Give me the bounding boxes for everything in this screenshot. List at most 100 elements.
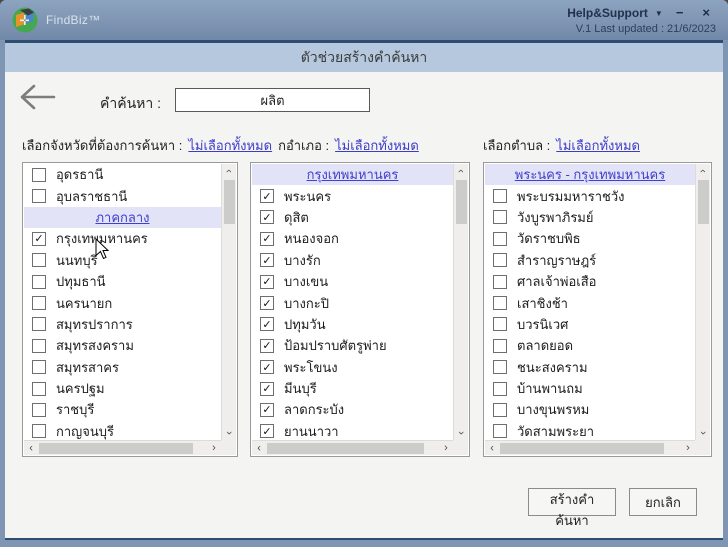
checkbox-checked-icon[interactable]: ✓ <box>260 253 274 268</box>
list-item[interactable]: ✓ บางเขน <box>252 271 453 292</box>
checkbox-unchecked-icon[interactable] <box>32 360 46 375</box>
checkbox-checked-icon[interactable]: ✓ <box>32 231 46 246</box>
checkbox-checked-icon[interactable]: ✓ <box>260 189 274 204</box>
checkbox-unchecked-icon[interactable] <box>32 274 46 289</box>
checkbox-unchecked-icon[interactable] <box>32 167 46 182</box>
list-item[interactable]: ✓ หนองจอก <box>252 228 453 249</box>
list-item[interactable]: พระบรมมหาราชวัง <box>485 185 695 206</box>
scroll-right-icon[interactable]: › <box>439 442 453 454</box>
list-item[interactable]: ✓ กรุงเทพมหานคร <box>24 228 221 249</box>
vertical-scrollbar[interactable]: › › <box>453 164 468 440</box>
checkbox-unchecked-icon[interactable] <box>32 253 46 268</box>
checkbox-unchecked-icon[interactable] <box>493 210 507 225</box>
checkbox-unchecked-icon[interactable] <box>493 296 507 311</box>
checkbox-unchecked-icon[interactable] <box>493 253 507 268</box>
checkbox-unchecked-icon[interactable] <box>32 338 46 353</box>
scroll-down-icon[interactable]: › <box>222 426 236 440</box>
scroll-left-icon[interactable]: › <box>24 442 38 454</box>
list-item[interactable]: กาญจนบุรี <box>24 421 221 440</box>
list-item[interactable]: อุบลราชธานี <box>24 185 221 206</box>
checkbox-unchecked-icon[interactable] <box>493 189 507 204</box>
list-item[interactable]: บางขุนพรหม <box>485 399 695 420</box>
horizontal-scroll-thumb[interactable] <box>39 442 193 454</box>
scroll-right-icon[interactable]: › <box>681 442 695 454</box>
checkbox-checked-icon[interactable]: ✓ <box>260 296 274 311</box>
checkbox-unchecked-icon[interactable] <box>493 381 507 396</box>
checkbox-checked-icon[interactable]: ✓ <box>260 317 274 332</box>
cancel-button[interactable]: ยกเลิก <box>629 488 697 516</box>
checkbox-unchecked-icon[interactable] <box>493 274 507 289</box>
list-item[interactable]: ✓ ดุสิต <box>252 207 453 228</box>
close-button[interactable]: × <box>696 5 716 21</box>
checkbox-unchecked-icon[interactable] <box>493 317 507 332</box>
checkbox-checked-icon[interactable]: ✓ <box>260 424 274 439</box>
section-header-link[interactable]: กรุงเทพมหานคร <box>307 164 399 185</box>
list-item[interactable]: สมุทรสงคราม <box>24 335 221 356</box>
list-item[interactable]: ✓ ป้อมปราบศัตรูพ่าย <box>252 335 453 356</box>
list-item[interactable]: วังบูรพาภิรมย์ <box>485 207 695 228</box>
list-item[interactable]: ✓ ปทุมวัน <box>252 314 453 335</box>
checkbox-checked-icon[interactable]: ✓ <box>260 274 274 289</box>
district-deselect-all-link[interactable]: ไม่เลือกทั้งหมด <box>335 135 419 156</box>
checkbox-unchecked-icon[interactable] <box>493 402 507 417</box>
checkbox-checked-icon[interactable]: ✓ <box>260 338 274 353</box>
list-item[interactable]: ✓ พระนคร <box>252 185 453 206</box>
vertical-scrollbar[interactable]: › › <box>695 164 710 440</box>
scroll-up-icon[interactable]: › <box>454 164 468 178</box>
list-item[interactable]: ปทุมธานี <box>24 271 221 292</box>
checkbox-checked-icon[interactable]: ✓ <box>260 381 274 396</box>
chevron-down-icon[interactable]: ▼ <box>655 9 663 18</box>
horizontal-scroll-thumb[interactable] <box>267 442 424 454</box>
list-section-header[interactable]: พระนคร - กรุงเทพมหานคร <box>485 164 695 186</box>
checkbox-unchecked-icon[interactable] <box>32 381 46 396</box>
back-arrow-icon[interactable] <box>18 82 58 112</box>
vertical-scroll-thumb[interactable] <box>697 180 709 224</box>
help-support-menu[interactable]: Help&Support <box>567 6 648 20</box>
section-header-link[interactable]: ภาคกลาง <box>95 207 149 228</box>
list-item[interactable]: ราชบุรี <box>24 399 221 420</box>
list-item[interactable]: ตลาดยอด <box>485 335 695 356</box>
checkbox-unchecked-icon[interactable] <box>493 338 507 353</box>
list-item[interactable]: สำราญราษฎร์ <box>485 250 695 271</box>
checkbox-checked-icon[interactable]: ✓ <box>260 210 274 225</box>
list-item[interactable]: ✓ ยานนาวา <box>252 421 453 440</box>
list-item[interactable]: อุดรธานี <box>24 164 221 185</box>
checkbox-checked-icon[interactable]: ✓ <box>260 360 274 375</box>
checkbox-unchecked-icon[interactable] <box>32 189 46 204</box>
list-section-header[interactable]: กรุงเทพมหานคร <box>252 164 453 186</box>
list-item[interactable]: ศาลเจ้าพ่อเสือ <box>485 271 695 292</box>
subdistrict-deselect-all-link[interactable]: ไม่เลือกทั้งหมด <box>556 135 640 156</box>
search-term-input[interactable] <box>175 88 370 112</box>
vertical-scroll-thumb[interactable] <box>455 180 467 224</box>
checkbox-unchecked-icon[interactable] <box>32 402 46 417</box>
scroll-up-icon[interactable]: › <box>696 164 710 178</box>
checkbox-unchecked-icon[interactable] <box>493 360 507 375</box>
checkbox-checked-icon[interactable]: ✓ <box>260 231 274 246</box>
section-header-link[interactable]: พระนคร - กรุงเทพมหานคร <box>515 164 665 185</box>
list-item[interactable]: ✓ มีนบุรี <box>252 378 453 399</box>
checkbox-checked-icon[interactable]: ✓ <box>260 402 274 417</box>
list-item[interactable]: ✓ พระโขนง <box>252 357 453 378</box>
district-listbox[interactable]: กรุงเทพมหานคร ✓ พระนคร ✓ ดุสิต ✓ หนองจอก ✓ บางรั… <box>250 162 470 457</box>
list-item[interactable]: ✓ บางกะปิ <box>252 292 453 313</box>
list-item[interactable]: ✓ บางรัก <box>252 250 453 271</box>
list-item[interactable]: วัดสามพระยา <box>485 421 695 440</box>
checkbox-unchecked-icon[interactable] <box>32 317 46 332</box>
list-item[interactable]: บวรนิเวศ <box>485 314 695 335</box>
create-search-button[interactable]: สร้างคำค้นหา <box>528 488 616 528</box>
list-item[interactable]: ✓ ลาดกระบัง <box>252 399 453 420</box>
list-section-header[interactable]: ภาคกลาง <box>24 206 221 229</box>
list-item[interactable]: นครนายก <box>24 292 221 313</box>
province-listbox[interactable]: อุดรธานี อุบลราชธานี ภาคกลาง ✓ กรุงเทพมหานคร… <box>22 162 238 457</box>
vertical-scrollbar[interactable]: › › <box>221 164 236 440</box>
horizontal-scrollbar[interactable]: › › <box>24 440 221 455</box>
scroll-right-icon[interactable]: › <box>207 442 221 454</box>
horizontal-scroll-thumb[interactable] <box>500 442 664 454</box>
list-item[interactable]: สมุทรสาคร <box>24 357 221 378</box>
list-item[interactable]: ชนะสงคราม <box>485 357 695 378</box>
minimize-button[interactable]: − <box>670 5 690 21</box>
checkbox-unchecked-icon[interactable] <box>32 296 46 311</box>
subdistrict-listbox[interactable]: พระนคร - กรุงเทพมหานคร พระบรมมหาราชวัง วัง… <box>483 162 712 457</box>
scroll-down-icon[interactable]: › <box>696 426 710 440</box>
horizontal-scrollbar[interactable]: › › <box>485 440 695 455</box>
